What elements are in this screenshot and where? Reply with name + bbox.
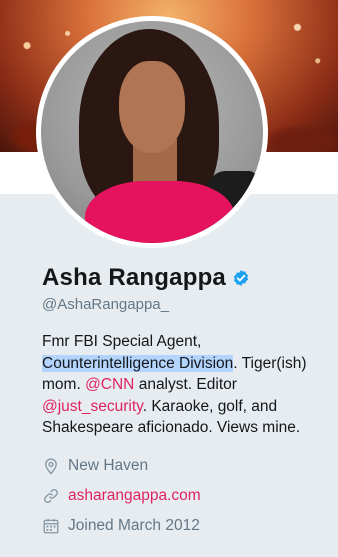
name-row: Asha Rangappa bbox=[42, 262, 332, 294]
profile-name[interactable]: Asha Rangappa bbox=[42, 264, 226, 292]
website-row: asharangappa.com bbox=[42, 481, 332, 511]
joined-text: Joined March 2012 bbox=[68, 516, 200, 534]
bio-text: Fmr FBI Special Agent, bbox=[42, 333, 202, 350]
link-icon bbox=[44, 488, 58, 503]
joined-row: Joined March 2012 bbox=[42, 511, 332, 541]
bio-selected-text: Counterintelligence Division bbox=[42, 354, 234, 372]
mention-link-just-security[interactable]: @just_security bbox=[42, 398, 143, 415]
website-link[interactable]: asharangappa.com bbox=[68, 487, 201, 505]
profile-avatar[interactable] bbox=[36, 16, 268, 248]
profile-handle[interactable]: @AshaRangappa_ bbox=[42, 296, 332, 313]
location-row: New Haven bbox=[42, 451, 332, 481]
avatar-face bbox=[119, 61, 185, 153]
avatar-photo bbox=[41, 21, 263, 243]
profile-bio: Fmr FBI Special Agent, Counterintelligen… bbox=[42, 331, 332, 439]
location-pin-icon bbox=[45, 458, 57, 474]
location-text: New Haven bbox=[68, 456, 149, 474]
profile-card: Asha Rangappa @AshaRangappa_ Fmr FBI Spe… bbox=[42, 262, 332, 541]
profile-meta: New Haven asharangappa.com Joined March … bbox=[42, 451, 332, 541]
calendar-icon bbox=[43, 518, 59, 533]
bio-text: analyst. Editor bbox=[134, 376, 237, 393]
verified-badge-icon bbox=[233, 270, 249, 286]
avatar-dress bbox=[85, 181, 235, 243]
mention-link-cnn[interactable]: @CNN bbox=[85, 376, 134, 393]
